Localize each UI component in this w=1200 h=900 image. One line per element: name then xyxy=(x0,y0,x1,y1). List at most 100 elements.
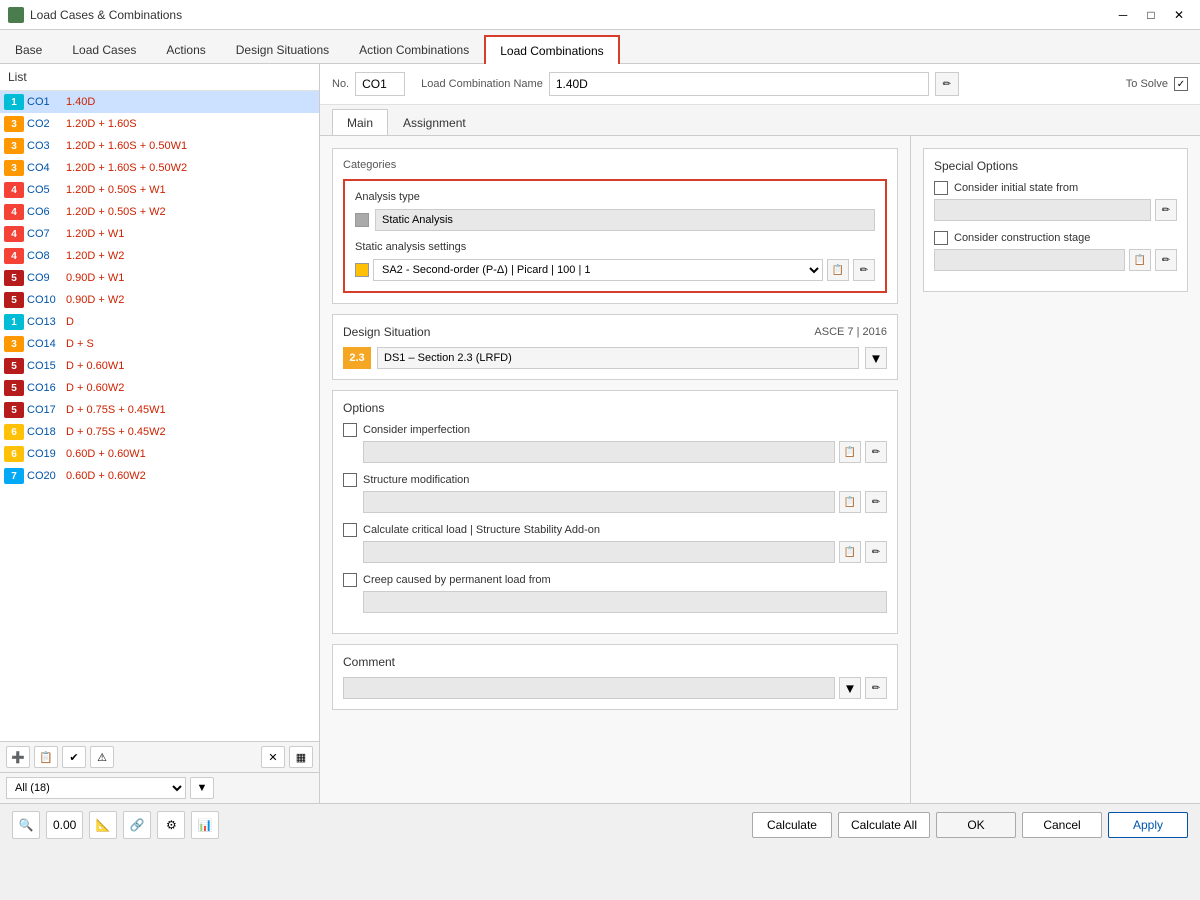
maximize-button[interactable]: □ xyxy=(1138,4,1164,26)
list-item-number: 3 xyxy=(4,138,24,154)
view-button[interactable]: ▦ xyxy=(289,746,313,768)
list-item-code: CO5 xyxy=(27,184,63,196)
initial-state-field[interactable] xyxy=(934,199,1151,221)
to-solve-checkbox[interactable] xyxy=(1174,77,1188,91)
inner-tab-main[interactable]: Main xyxy=(332,109,388,135)
analysis-type-value[interactable]: Static Analysis xyxy=(375,209,875,231)
initial-state-edit-btn[interactable]: ✏ xyxy=(1155,199,1177,221)
cancel-button[interactable]: Cancel xyxy=(1022,812,1102,838)
list-item[interactable]: 6CO18D + 0.75S + 0.45W2 xyxy=(0,421,319,443)
comment-title: Comment xyxy=(343,655,887,669)
window-title: Load Cases & Combinations xyxy=(30,8,182,22)
ds-value: DS1 – Section 2.3 (LRFD) xyxy=(377,347,859,369)
creep-field[interactable] xyxy=(363,591,887,613)
list-item[interactable]: 4CO71.20D + W1 xyxy=(0,223,319,245)
inner-tab-assignment[interactable]: Assignment xyxy=(388,109,481,135)
settings-edit-button[interactable]: ✏ xyxy=(853,259,875,281)
imperfection-checkbox[interactable] xyxy=(343,423,357,437)
list-item[interactable]: 5CO17D + 0.75S + 0.45W1 xyxy=(0,399,319,421)
categories-title: Categories xyxy=(343,159,887,171)
design-sit-header: Design Situation ASCE 7 | 2016 xyxy=(343,325,887,339)
left-toolbar: ➕ 📋 ✔ ⚠ ✕ ▦ xyxy=(0,741,319,772)
link-tool-button[interactable]: 🔗 xyxy=(123,811,151,839)
list-item[interactable]: 3CO21.20D + 1.60S xyxy=(0,113,319,135)
list-item[interactable]: 7CO200.60D + 0.60W2 xyxy=(0,465,319,487)
structure-mod-field[interactable] xyxy=(363,491,835,513)
list-item[interactable]: 4CO51.20D + 0.50S + W1 xyxy=(0,179,319,201)
list-item-formula: 0.60D + 0.60W2 xyxy=(66,470,146,482)
list-item-formula: D + S xyxy=(66,338,94,350)
ds-select-button[interactable]: ▼ xyxy=(865,347,887,369)
creep-checkbox[interactable] xyxy=(343,573,357,587)
tab-actions[interactable]: Actions xyxy=(151,35,220,63)
tab-action-combinations[interactable]: Action Combinations xyxy=(344,35,484,63)
calculate-all-button[interactable]: Calculate All xyxy=(838,812,930,838)
list-item-number: 5 xyxy=(4,358,24,374)
edit-name-button[interactable]: ✏ xyxy=(935,72,959,96)
list-item[interactable]: 5CO15D + 0.60W1 xyxy=(0,355,319,377)
name-value[interactable]: 1.40D xyxy=(549,72,929,96)
settings-copy-button[interactable]: 📋 xyxy=(827,259,849,281)
option-structure-mod: Structure modification 📋 ✏ xyxy=(343,473,887,513)
special-options-section: Special Options Consider initial state f… xyxy=(923,148,1188,292)
settings-tool-button[interactable]: ⚙ xyxy=(157,811,185,839)
list-item[interactable]: 3CO14D + S xyxy=(0,333,319,355)
comment-dropdown-btn[interactable]: ▼ xyxy=(839,677,861,699)
delete-button[interactable]: ✕ xyxy=(261,746,285,768)
list-item-number: 4 xyxy=(4,204,24,220)
comment-edit-btn[interactable]: ✏ xyxy=(865,677,887,699)
tab-load-combinations[interactable]: Load Combinations xyxy=(484,35,619,64)
initial-state-checkbox[interactable] xyxy=(934,181,948,195)
list-item-formula: 1.20D + W2 xyxy=(66,250,124,262)
construction-stage-checkbox[interactable] xyxy=(934,231,948,245)
structure-mod-copy-btn[interactable]: 📋 xyxy=(839,491,861,513)
add-button[interactable]: ➕ xyxy=(6,746,30,768)
tab-load-cases[interactable]: Load Cases xyxy=(57,35,151,63)
options-section: Options Consider imperfection 📋 ✏ xyxy=(332,390,898,634)
apply-button[interactable]: Apply xyxy=(1108,812,1188,838)
structure-mod-checkbox[interactable] xyxy=(343,473,357,487)
critical-load-edit-btn[interactable]: ✏ xyxy=(865,541,887,563)
list-item[interactable]: 4CO81.20D + W2 xyxy=(0,245,319,267)
list-item[interactable]: 4CO61.20D + 0.50S + W2 xyxy=(0,201,319,223)
warning-button[interactable]: ⚠ xyxy=(90,746,114,768)
value-tool-button[interactable]: 0.00 xyxy=(46,811,83,839)
construction-stage-copy-btn[interactable]: 📋 xyxy=(1129,249,1151,271)
list-item[interactable]: 3CO41.20D + 1.60S + 0.50W2 xyxy=(0,157,319,179)
tab-design-situations[interactable]: Design Situations xyxy=(221,35,344,63)
construction-stage-field[interactable] xyxy=(934,249,1125,271)
list-item[interactable]: 3CO31.20D + 1.60S + 0.50W1 xyxy=(0,135,319,157)
side-panel: Special Options Consider initial state f… xyxy=(910,136,1200,803)
settings-select[interactable]: SA2 - Second-order (P-Δ) | Picard | 100 … xyxy=(373,259,823,281)
list-item-code: CO9 xyxy=(27,272,63,284)
filter-select[interactable]: All (18) xyxy=(6,777,186,799)
critical-load-checkbox[interactable] xyxy=(343,523,357,537)
tab-base[interactable]: Base xyxy=(0,35,57,63)
imperfection-edit-btn[interactable]: ✏ xyxy=(865,441,887,463)
imperfection-field[interactable] xyxy=(363,441,835,463)
comment-field[interactable] xyxy=(343,677,835,699)
copy-button[interactable]: 📋 xyxy=(34,746,58,768)
list-item[interactable]: 1CO11.40D xyxy=(0,91,319,113)
creep-label: Creep caused by permanent load from xyxy=(363,574,551,586)
list-item[interactable]: 5CO90.90D + W1 xyxy=(0,267,319,289)
list-item[interactable]: 6CO190.60D + 0.60W1 xyxy=(0,443,319,465)
list-item[interactable]: 5CO100.90D + W2 xyxy=(0,289,319,311)
imperfection-copy-btn[interactable]: 📋 xyxy=(839,441,861,463)
list-item[interactable]: 1CO13D xyxy=(0,311,319,333)
calculate-button[interactable]: Calculate xyxy=(752,812,832,838)
chart-tool-button[interactable]: 📊 xyxy=(191,811,219,839)
critical-load-field[interactable] xyxy=(363,541,835,563)
construction-stage-edit-btn[interactable]: ✏ xyxy=(1155,249,1177,271)
ruler-tool-button[interactable]: 📐 xyxy=(89,811,117,839)
filter-dropdown-button[interactable]: ▼ xyxy=(190,777,214,799)
search-tool-button[interactable]: 🔍 xyxy=(12,811,40,839)
list-item[interactable]: 5CO16D + 0.60W2 xyxy=(0,377,319,399)
app-icon xyxy=(8,7,24,23)
structure-mod-edit-btn[interactable]: ✏ xyxy=(865,491,887,513)
critical-load-copy-btn[interactable]: 📋 xyxy=(839,541,861,563)
minimize-button[interactable]: ─ xyxy=(1110,4,1136,26)
check-button[interactable]: ✔ xyxy=(62,746,86,768)
close-button[interactable]: ✕ xyxy=(1166,4,1192,26)
ok-button[interactable]: OK xyxy=(936,812,1016,838)
